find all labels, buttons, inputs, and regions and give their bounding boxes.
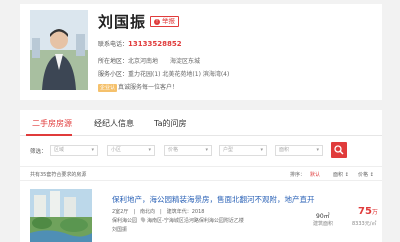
filter-layout-placeholder: 户型 <box>223 147 234 153</box>
report-label: 举报 <box>162 17 175 25</box>
filter-bar: 筛选： 区域 ▾ 小区 ▾ 价格 ▾ 户型 ▾ 面积 ▾ <box>20 136 382 166</box>
filter-area-select[interactable]: 面积 ▾ <box>275 145 323 156</box>
filter-layout-select[interactable]: 户型 ▾ <box>219 145 267 156</box>
region-row: 所在地区：北京河南地 海淀区东城 <box>98 56 200 65</box>
listing-photo[interactable] <box>30 189 92 242</box>
region-value: 北京河南地 海淀区东城 <box>128 58 201 65</box>
filter-price-placeholder: 价格 <box>168 147 179 153</box>
listing-price: 75万 <box>358 206 378 217</box>
filter-community-placeholder: 小区 <box>111 147 122 153</box>
region-label: 所在地区： <box>98 58 129 65</box>
service-row: 服务小区：重力花园(1) 北美花苑地(1) 滨海湾(4) <box>98 69 229 78</box>
alert-icon: ! <box>154 19 160 25</box>
filter-area-placeholder: 面积 <box>279 147 290 153</box>
listing-address: 海南区-宁海城区沿河路保利海公园附近乙楼 <box>147 218 244 224</box>
chevron-down-icon: ▾ <box>260 147 263 153</box>
sort-default[interactable]: 默认 <box>310 171 320 178</box>
tab-questions[interactable]: Ta的问房 <box>154 118 186 129</box>
phone-row: 联系电话：13133528852 <box>98 39 182 48</box>
listing-price-number: 75 <box>358 206 372 217</box>
report-button[interactable]: ! 举报 <box>150 16 179 27</box>
chevron-down-icon: ▾ <box>316 147 319 153</box>
filter-community-select[interactable]: 小区 ▾ <box>107 145 155 156</box>
phone-label: 联系电话： <box>98 41 129 48</box>
search-button[interactable] <box>331 142 347 158</box>
tab-agent-info[interactable]: 经纪人信息 <box>94 118 134 129</box>
search-icon <box>334 145 344 155</box>
results-header: 共有35套符合要求的房源 排序： 默认 面积 ↕ 价格 ↕ <box>20 166 382 180</box>
agent-slogan: 真诚服务每一位客户！ <box>118 84 179 91</box>
listing-price-unit: 万 <box>371 209 378 216</box>
tab-bar: 二手房房源 经纪人信息 Ta的问房 <box>20 110 382 136</box>
filter-price-select[interactable]: 价格 ▾ <box>164 145 212 156</box>
chevron-down-icon: ▾ <box>148 147 151 153</box>
verified-tag: 企业认 <box>98 84 118 92</box>
phone-number: 13133528852 <box>128 40 182 48</box>
chevron-down-icon: ▾ <box>91 147 94 153</box>
results-count: 共有35套符合要求的房源 <box>30 172 87 178</box>
sort-price[interactable]: 价格 ↕ <box>358 171 374 178</box>
listing-location: 保利海公园 海南区-宁海城区沿河路保利海公园附近乙楼 <box>112 216 244 224</box>
filter-label: 筛选： <box>30 149 47 155</box>
agent-name: 刘国振 <box>98 13 147 31</box>
sort-area[interactable]: 面积 ↕ <box>333 171 349 178</box>
listing-unit-price: 8333元/㎡ <box>352 221 377 227</box>
agent-profile-card: 刘国振 ! 举报 联系电话：13133528852 所在地区：北京河南地 海淀区东… <box>20 4 382 100</box>
listing-area-value: 90㎡ <box>316 213 330 220</box>
listing-agent: 刘国振 <box>112 227 128 233</box>
listing-area-label: 建筑面积 <box>313 221 334 227</box>
listing-title[interactable]: 保利地产，海公园精装海景房，售面北翻河不观附，地产直开 <box>112 194 315 205</box>
filter-district-placeholder: 区域 <box>54 147 65 153</box>
listing-specs: 2室2厅 | 南北向 | 建筑年代：2018 <box>112 209 205 215</box>
filter-district-select[interactable]: 区域 ▾ <box>50 145 98 156</box>
tab-listings[interactable]: 二手房房源 <box>32 118 72 129</box>
sort-label: 排序： <box>290 172 306 178</box>
chevron-down-icon: ▾ <box>205 147 208 153</box>
location-pin-icon <box>139 216 147 223</box>
service-value: 重力花园(1) 北美花苑地(1) 滨海湾(4) <box>128 71 230 78</box>
service-label: 服务小区： <box>98 71 129 78</box>
listing-community[interactable]: 保利海公园 <box>112 218 137 224</box>
agent-avatar <box>30 10 88 90</box>
